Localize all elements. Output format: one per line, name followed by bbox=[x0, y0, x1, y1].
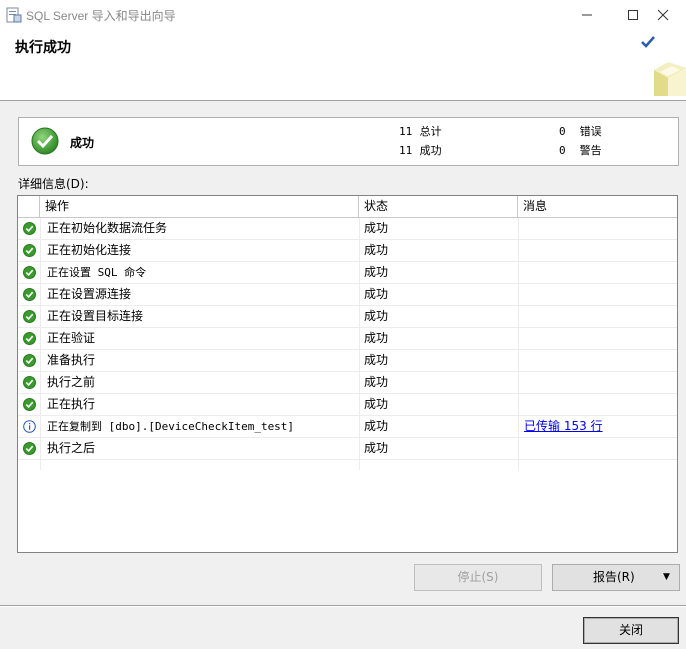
app-icon bbox=[6, 7, 22, 23]
row-operation: 正在设置源连接 bbox=[47, 287, 132, 301]
report-button-label: 报告(R) bbox=[593, 570, 635, 584]
success-icon bbox=[23, 354, 37, 368]
row-message bbox=[524, 240, 674, 261]
row-operation: 准备执行 bbox=[47, 353, 96, 367]
row-operation: 执行之前 bbox=[47, 375, 96, 389]
column-header-message[interactable]: 消息 bbox=[518, 196, 677, 217]
column-header-operation[interactable]: 操作 bbox=[40, 196, 359, 217]
success-icon bbox=[23, 376, 37, 390]
report-button[interactable]: 报告(R) ▼ bbox=[552, 564, 680, 591]
row-message bbox=[524, 262, 674, 283]
row-status: 成功 bbox=[364, 441, 389, 455]
table-row[interactable]: 正在设置 SQL 命令 成功 bbox=[18, 262, 677, 284]
row-operation: 正在设置 SQL 命令 bbox=[47, 266, 147, 279]
success-icon bbox=[23, 266, 37, 280]
row-message bbox=[524, 218, 674, 239]
table-row[interactable]: 正在复制到 [dbo].[DeviceCheckItem_test] 成功 已传输 … bbox=[18, 416, 677, 438]
row-status: 成功 bbox=[364, 287, 389, 301]
row-operation: 正在验证 bbox=[47, 331, 96, 345]
minimize-button[interactable] bbox=[564, 0, 610, 30]
warning-count: 0 警告 bbox=[559, 144, 602, 157]
row-operation: 执行之后 bbox=[47, 441, 96, 455]
table-row[interactable]: 执行之后 成功 bbox=[18, 438, 677, 460]
error-count: 0 错误 bbox=[559, 125, 602, 138]
details-rows: 正在初始化数据流任务 成功 正在初始化连接 成功 正在设置 SQL 命令 成功 正在设置源连… bbox=[18, 218, 677, 460]
table-row[interactable]: 正在验证 成功 bbox=[18, 328, 677, 350]
row-operation: 正在初始化数据流任务 bbox=[47, 221, 168, 235]
row-status: 成功 bbox=[364, 309, 389, 323]
summary-status: 成功 bbox=[70, 136, 95, 150]
success-icon bbox=[23, 288, 37, 302]
row-message bbox=[524, 438, 674, 459]
success-icon bbox=[23, 332, 37, 346]
success-icon bbox=[23, 398, 37, 412]
table-header: 操作 状态 消息 bbox=[18, 196, 677, 218]
table-row[interactable]: 正在设置目标连接 成功 bbox=[18, 306, 677, 328]
row-status: 成功 bbox=[364, 397, 389, 411]
row-message bbox=[524, 350, 674, 371]
success-icon bbox=[31, 127, 59, 158]
row-message-link[interactable]: 已传输 153 行 bbox=[524, 416, 674, 437]
table-row[interactable]: 准备执行 成功 bbox=[18, 350, 677, 372]
row-status: 成功 bbox=[364, 221, 389, 235]
table-row[interactable]: 执行之前 成功 bbox=[18, 372, 677, 394]
row-status: 成功 bbox=[364, 419, 389, 433]
table-row[interactable]: 正在执行 成功 bbox=[18, 394, 677, 416]
dropdown-arrow-icon[interactable]: ▼ bbox=[663, 565, 670, 590]
row-message bbox=[524, 306, 674, 327]
row-status: 成功 bbox=[364, 331, 389, 345]
row-operation: 正在复制到 [dbo].[DeviceCheckItem_test] bbox=[47, 420, 295, 433]
row-message bbox=[524, 328, 674, 349]
details-label: 详细信息(D): bbox=[18, 177, 89, 191]
success-icon bbox=[23, 244, 37, 258]
wizard-header: 执行成功 bbox=[0, 30, 686, 101]
table-row[interactable]: 正在设置源连接 成功 bbox=[18, 284, 677, 306]
success-icon bbox=[23, 222, 37, 236]
page-title: 执行成功 bbox=[15, 40, 71, 56]
window-title: SQL Server 导入和导出向导 bbox=[26, 9, 176, 23]
footer-separator bbox=[0, 605, 686, 607]
row-operation: 正在执行 bbox=[47, 397, 96, 411]
close-button[interactable]: 关闭 bbox=[583, 617, 679, 644]
success-icon bbox=[23, 310, 37, 324]
stop-button[interactable]: 停止(S) bbox=[414, 564, 542, 591]
row-message bbox=[524, 284, 674, 305]
summary-panel: 成功 11 总计 11 成功 0 错误 0 警告 bbox=[18, 117, 679, 166]
row-message bbox=[524, 372, 674, 393]
icon-column-header[interactable] bbox=[18, 196, 40, 217]
success-icon bbox=[23, 442, 37, 456]
row-operation: 正在设置目标连接 bbox=[47, 309, 144, 323]
checkmark-icon bbox=[640, 35, 656, 52]
info-icon bbox=[23, 420, 37, 434]
table-row[interactable]: 正在初始化连接 成功 bbox=[18, 240, 677, 262]
row-message bbox=[524, 394, 674, 415]
details-table[interactable]: 操作 状态 消息 正在初始化数据流任务 成功 正在初始化连接 成功 正在设置 SQL 命… bbox=[17, 195, 678, 553]
success-count: 11 成功 bbox=[399, 144, 442, 157]
row-status: 成功 bbox=[364, 243, 389, 257]
row-status: 成功 bbox=[364, 265, 389, 279]
close-window-button[interactable] bbox=[640, 0, 686, 30]
wizard-graphic-icon bbox=[650, 52, 686, 101]
row-operation: 正在初始化连接 bbox=[47, 243, 132, 257]
row-status: 成功 bbox=[364, 375, 389, 389]
row-status: 成功 bbox=[364, 353, 389, 367]
total-count: 11 总计 bbox=[399, 125, 442, 138]
title-bar: SQL Server 导入和导出向导 bbox=[0, 0, 686, 30]
column-header-status[interactable]: 状态 bbox=[359, 196, 518, 217]
table-row[interactable]: 正在初始化数据流任务 成功 bbox=[18, 218, 677, 240]
